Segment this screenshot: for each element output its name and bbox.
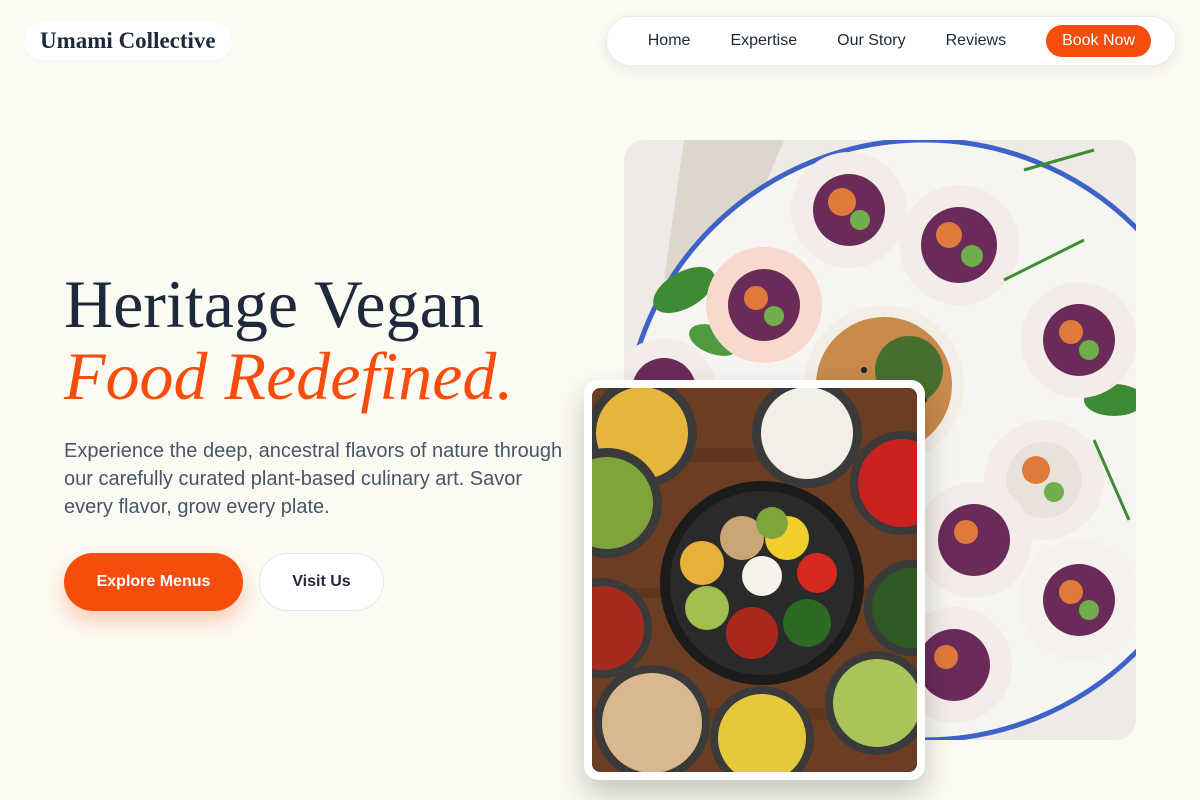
visit-us-button[interactable]: Visit Us [259, 553, 384, 611]
vegan-bowl-photo-frame [584, 380, 925, 780]
brand-logo[interactable]: Umami Collective [24, 22, 232, 60]
nav-our-story[interactable]: Our Story [837, 32, 905, 50]
book-now-button[interactable]: Book Now [1046, 25, 1151, 57]
nav-expertise[interactable]: Expertise [730, 32, 797, 50]
hero-title-line1: Heritage Vegan [64, 266, 484, 342]
hero-description: Experience the deep, ancestral flavors o… [64, 440, 563, 518]
hero-title-line2: Food Redefined. [64, 338, 514, 414]
main-nav: Home Expertise Our Story Reviews Book No… [606, 16, 1176, 66]
explore-menus-button[interactable]: Explore Menus [64, 553, 243, 611]
hero-title: Heritage Vegan Food Redefined. [64, 268, 513, 412]
vegan-bowl-photo [592, 388, 917, 772]
nav-reviews[interactable]: Reviews [946, 32, 1006, 50]
nav-home[interactable]: Home [648, 32, 691, 50]
